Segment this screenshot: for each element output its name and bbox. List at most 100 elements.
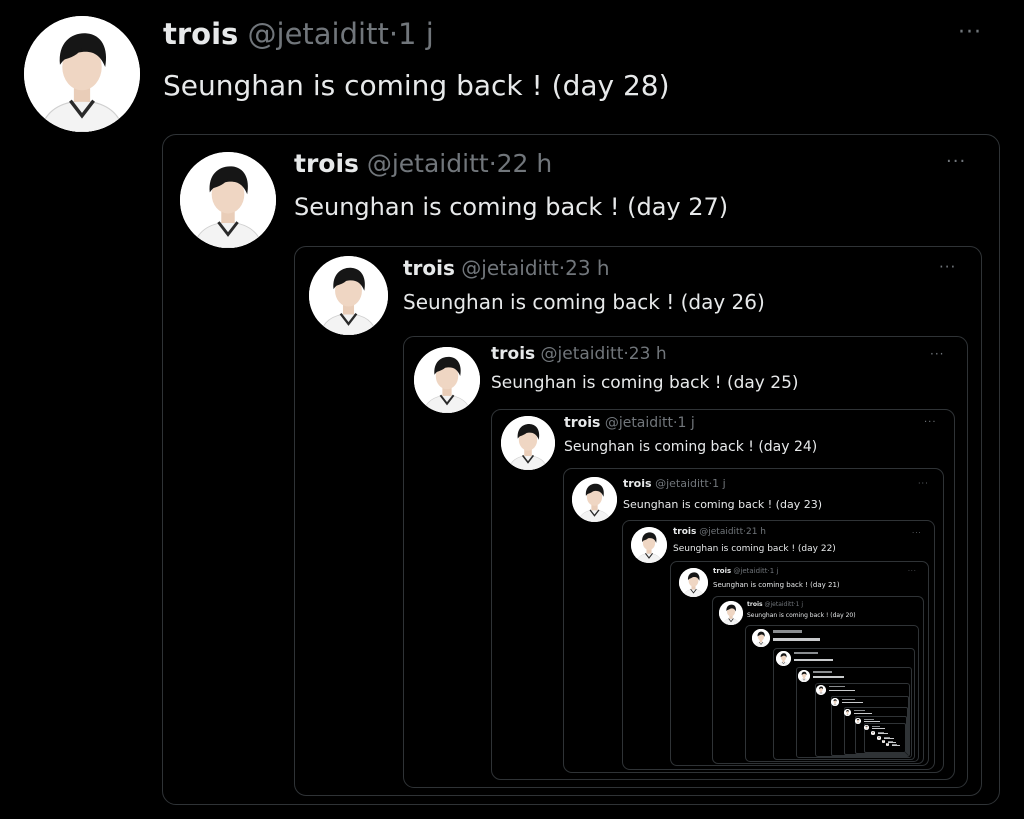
avatar[interactable] bbox=[631, 527, 667, 563]
avatar[interactable] bbox=[679, 568, 708, 597]
display-name[interactable]: trois bbox=[673, 527, 696, 537]
profile-photo-icon bbox=[631, 527, 667, 563]
tiny-text-line bbox=[813, 671, 832, 673]
profile-photo-icon bbox=[414, 347, 480, 413]
tweet-header: trois @jetaiditt·21 h bbox=[673, 528, 766, 537]
tiny-text-line bbox=[773, 630, 802, 633]
tiny-avatar bbox=[776, 651, 791, 666]
display-name[interactable]: trois bbox=[564, 415, 600, 431]
more-icon[interactable]: ··· bbox=[908, 569, 917, 575]
more-icon[interactable]: ··· bbox=[912, 530, 922, 537]
more-icon[interactable]: ··· bbox=[930, 348, 944, 360]
tiny-avatar bbox=[864, 725, 869, 730]
tiny-avatar bbox=[877, 736, 881, 740]
handle[interactable]: @jetaiditt bbox=[699, 527, 743, 537]
avatar[interactable] bbox=[501, 416, 555, 470]
avatar[interactable] bbox=[180, 152, 276, 248]
tweet-text: Seunghan is coming back ! (day 22) bbox=[673, 544, 836, 554]
avatar[interactable] bbox=[719, 601, 743, 625]
more-icon[interactable]: ··· bbox=[939, 260, 956, 275]
tiny-avatar bbox=[886, 743, 889, 746]
profile-photo-icon bbox=[855, 718, 861, 724]
handle[interactable]: @jetaiditt bbox=[461, 256, 558, 280]
timestamp[interactable]: 1 j bbox=[398, 17, 434, 51]
profile-photo-icon bbox=[752, 629, 770, 647]
profile-photo-icon bbox=[572, 477, 617, 522]
display-name[interactable]: trois bbox=[747, 601, 763, 608]
avatar[interactable] bbox=[572, 477, 617, 522]
tiny-avatar bbox=[831, 698, 839, 706]
timestamp[interactable]: 23 h bbox=[565, 256, 609, 280]
tiny-text-line bbox=[794, 652, 818, 654]
tweet-text: Seunghan is coming back ! (day 28) bbox=[163, 69, 670, 102]
tiny-text-line bbox=[854, 713, 872, 714]
profile-photo-icon bbox=[877, 736, 881, 740]
tweet-text: Seunghan is coming back ! (day 25) bbox=[491, 373, 799, 393]
profile-photo-icon bbox=[180, 152, 276, 248]
tiny-avatar bbox=[752, 629, 770, 647]
tiny-text-line bbox=[872, 726, 880, 727]
display-name[interactable]: trois bbox=[491, 344, 535, 364]
tiny-text-line bbox=[829, 690, 855, 691]
handle[interactable]: @jetaiditt bbox=[605, 415, 673, 431]
profile-photo-icon bbox=[719, 601, 743, 625]
timestamp[interactable]: 1 j bbox=[796, 601, 803, 608]
timestamp[interactable]: 1 j bbox=[677, 415, 694, 431]
tweet-header: trois @jetaiditt·23 h bbox=[403, 258, 610, 278]
profile-photo-icon bbox=[831, 698, 839, 706]
profile-photo-icon bbox=[864, 725, 869, 730]
tweet-text: Seunghan is coming back ! (day 24) bbox=[564, 439, 818, 455]
tiny-avatar bbox=[798, 670, 810, 682]
tiny-avatar bbox=[882, 740, 885, 743]
profile-photo-icon bbox=[501, 416, 555, 470]
handle[interactable]: @jetaiditt bbox=[541, 344, 624, 364]
display-name[interactable]: trois bbox=[713, 567, 731, 575]
separator: · bbox=[488, 149, 497, 178]
handle[interactable]: @jetaiditt bbox=[367, 149, 489, 178]
timestamp[interactable]: 1 j bbox=[770, 567, 779, 575]
tiny-text-line bbox=[842, 702, 863, 703]
timestamp[interactable]: 23 h bbox=[629, 344, 667, 364]
handle[interactable]: @jetaiditt bbox=[733, 567, 767, 575]
profile-photo-icon bbox=[798, 670, 810, 682]
tweet-header: trois @jetaiditt·23 h bbox=[491, 346, 667, 363]
handle[interactable]: @jetaiditt bbox=[248, 17, 389, 51]
avatar[interactable] bbox=[414, 347, 480, 413]
tweet-header: trois @jetaiditt·1 j bbox=[623, 478, 726, 489]
handle[interactable]: @jetaiditt bbox=[765, 601, 794, 608]
more-icon[interactable]: ··· bbox=[958, 22, 982, 44]
tweet-text: Seunghan is coming back ! (day 20) bbox=[747, 612, 856, 619]
tweet-header: trois @jetaiditt·1 j bbox=[564, 416, 695, 430]
more-icon[interactable]: ··· bbox=[918, 480, 929, 488]
more-icon[interactable]: ··· bbox=[946, 153, 966, 171]
display-name[interactable]: trois bbox=[623, 477, 652, 490]
more-icon[interactable]: ··· bbox=[924, 418, 937, 428]
display-name[interactable]: trois bbox=[403, 256, 455, 280]
tweet-header: trois @jetaiditt·22 h bbox=[294, 151, 552, 176]
tiny-text-line bbox=[813, 676, 844, 678]
profile-photo-icon bbox=[24, 16, 140, 132]
tiny-text-line bbox=[773, 638, 820, 641]
tiny-text-line bbox=[884, 738, 894, 739]
display-name[interactable]: trois bbox=[294, 149, 359, 178]
tiny-text-line bbox=[878, 733, 888, 734]
tiny-text-line bbox=[892, 745, 900, 746]
tiny-text-line bbox=[854, 710, 865, 711]
profile-photo-icon bbox=[871, 731, 875, 735]
separator: · bbox=[388, 17, 399, 51]
tiny-text-line bbox=[842, 699, 855, 700]
tiny-text-line bbox=[864, 719, 874, 720]
tiny-avatar bbox=[871, 731, 875, 735]
timestamp[interactable]: 21 h bbox=[746, 527, 766, 537]
avatar[interactable] bbox=[24, 16, 140, 132]
profile-photo-icon bbox=[886, 743, 889, 746]
timestamp[interactable]: 22 h bbox=[497, 149, 553, 178]
display-name[interactable]: trois bbox=[163, 17, 238, 51]
profile-photo-icon bbox=[679, 568, 708, 597]
profile-photo-icon bbox=[882, 740, 885, 743]
tweet-header: trois @jetaiditt·1 j bbox=[747, 602, 803, 608]
timestamp[interactable]: 1 j bbox=[712, 477, 726, 490]
handle[interactable]: @jetaiditt bbox=[655, 477, 709, 490]
tiny-avatar bbox=[844, 709, 851, 716]
avatar[interactable] bbox=[309, 256, 388, 335]
